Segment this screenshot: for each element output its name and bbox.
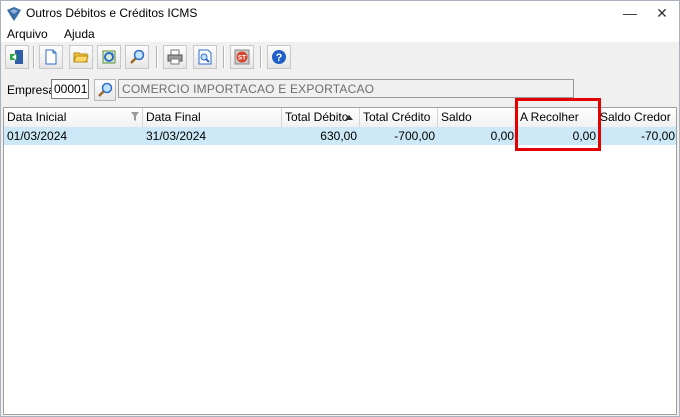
close-button[interactable]: ✕ — [645, 1, 679, 26]
cell-saldo-credor: -70,00 — [640, 129, 675, 143]
menu-arquivo[interactable]: Arquivo — [7, 26, 48, 42]
column-header-data-inicial[interactable]: Data Inicial — [4, 108, 143, 127]
toolbar-separator — [260, 46, 262, 68]
column-label: Total Crédito — [363, 110, 431, 124]
exit-button[interactable] — [5, 45, 29, 69]
cell-saldo: 0,00 — [490, 129, 514, 143]
svg-text:ST: ST — [238, 55, 246, 62]
empresa-label: Empresa — [7, 83, 56, 97]
search-button[interactable] — [125, 45, 149, 69]
cell-data-final: 31/03/2024 — [146, 129, 207, 143]
data-grid: Data Inicial Data Final Total Débito Tot… — [3, 107, 677, 415]
column-label: Saldo — [441, 110, 472, 124]
refresh-button[interactable] — [97, 45, 121, 69]
help-icon: ? — [272, 50, 286, 64]
column-label: Data Final — [146, 110, 201, 124]
refresh-icon — [102, 50, 116, 64]
svg-text:?: ? — [276, 52, 283, 64]
column-header-saldo-credor[interactable]: Saldo Credor — [599, 108, 676, 127]
sort-ascending-icon — [345, 115, 353, 120]
toolbar: ST ? — [1, 42, 679, 74]
a-recolher-highlight-box — [515, 98, 601, 151]
toolbar-separator — [223, 46, 225, 68]
print-preview-icon — [198, 49, 212, 65]
open-button[interactable] — [69, 45, 93, 69]
new-button[interactable] — [39, 45, 63, 69]
print-icon — [167, 49, 183, 65]
minimize-button[interactable]: — — [613, 1, 647, 26]
column-label: Total Débito — [285, 110, 349, 124]
filter-icon[interactable] — [131, 112, 139, 121]
print-button[interactable] — [163, 45, 187, 69]
st-button[interactable]: ST — [230, 45, 254, 69]
column-label: Data Inicial — [7, 110, 67, 124]
column-label: Saldo Credor — [600, 110, 671, 124]
print-preview-button[interactable] — [193, 45, 217, 69]
toolbar-separator — [33, 46, 35, 68]
search-icon — [98, 82, 113, 97]
window-title: Outros Débitos e Créditos ICMS — [26, 6, 198, 20]
open-folder-icon — [73, 52, 89, 63]
cell-data-inicial: 01/03/2024 — [7, 129, 68, 143]
menu-bar: Arquivo Ajuda — [1, 26, 679, 42]
column-header-total-debito[interactable]: Total Débito — [282, 108, 360, 127]
st-badge-icon: ST — [234, 49, 250, 65]
empresa-name-field: COMERCIO IMPORTACAO E EXPORTACAO — [118, 79, 574, 98]
close-icon: ✕ — [656, 5, 668, 21]
empresa-code-field[interactable]: 00001 — [51, 79, 89, 99]
cell-total-debito: 630,00 — [320, 129, 357, 143]
main-window: Outros Débitos e Créditos ICMS — ✕ Arqui… — [0, 0, 680, 417]
toolbar-separator — [156, 46, 158, 68]
column-header-saldo[interactable]: Saldo — [438, 108, 517, 127]
app-logo-icon — [7, 7, 21, 21]
help-button[interactable]: ? — [267, 45, 291, 69]
column-header-total-credito[interactable]: Total Crédito — [360, 108, 438, 127]
exit-door-icon — [10, 50, 23, 64]
minimize-icon: — — [623, 5, 637, 21]
title-bar: Outros Débitos e Créditos ICMS — ✕ — [1, 1, 679, 26]
new-document-icon — [45, 49, 57, 65]
search-icon — [130, 49, 145, 64]
menu-ajuda[interactable]: Ajuda — [64, 26, 95, 42]
empresa-lookup-button[interactable] — [94, 79, 116, 101]
cell-total-credito: -700,00 — [394, 129, 435, 143]
column-header-data-final[interactable]: Data Final — [143, 108, 282, 127]
